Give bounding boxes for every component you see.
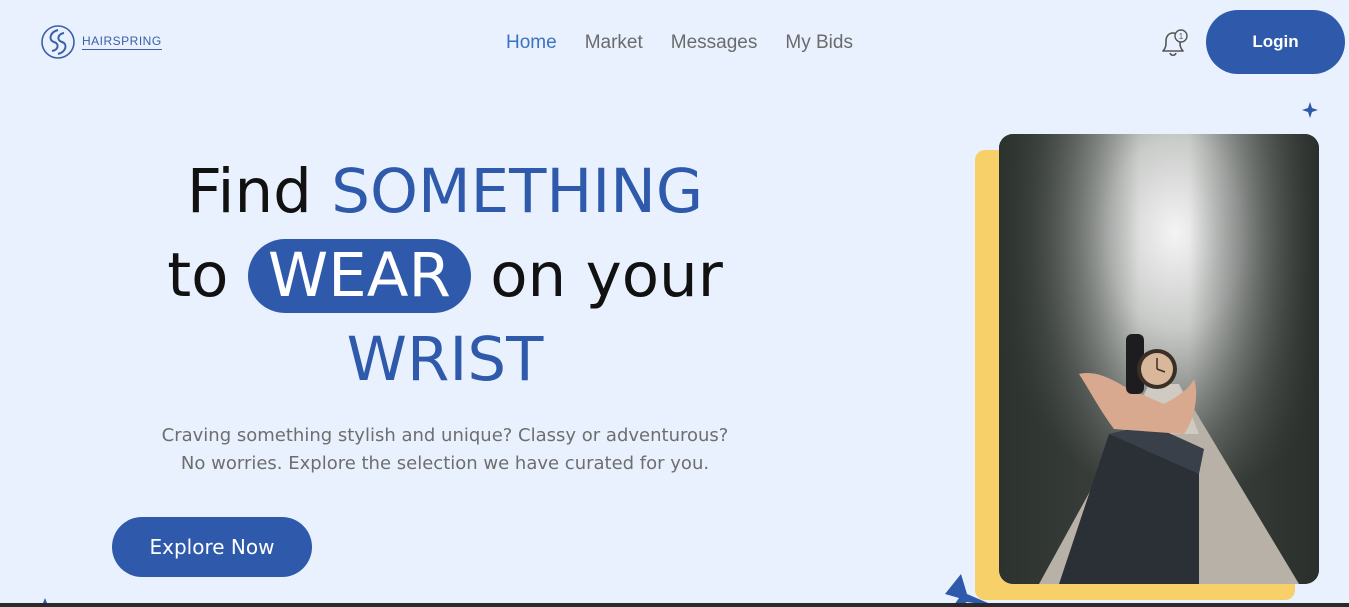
nav-messages[interactable]: Messages: [671, 32, 758, 54]
notifications-button[interactable]: 1: [1159, 28, 1191, 58]
hairspring-logo-icon: [41, 25, 75, 59]
brand-name: HAIRSPRING: [82, 34, 162, 50]
nav-home[interactable]: Home: [506, 32, 557, 54]
hero-watch-photo: [999, 134, 1319, 584]
page-bottom-edge: [0, 603, 1349, 607]
nav-market[interactable]: Market: [585, 32, 643, 54]
hero-title: Find SOMETHING to WEAR on your WRIST: [150, 150, 740, 402]
hero-line3-accent: WRIST: [346, 324, 544, 395]
hero-wear-pill: WEAR: [247, 239, 471, 313]
hero-line2-plain-b: on your: [470, 240, 723, 311]
notification-count: 1: [1179, 32, 1184, 41]
hero-line1-plain: Find: [186, 156, 332, 227]
hero-line1-accent: SOMETHING: [331, 156, 704, 227]
login-button[interactable]: Login: [1206, 10, 1345, 74]
nav-my-bids[interactable]: My Bids: [785, 32, 853, 54]
bell-icon: 1: [1162, 29, 1188, 57]
sparkle-icon: [1302, 102, 1318, 118]
main-nav: Home Market Messages My Bids: [506, 32, 853, 54]
hero-subtitle: Craving something stylish and unique? Cl…: [161, 425, 729, 474]
landing-page: HAIRSPRING Home Market Messages My Bids …: [0, 0, 1349, 607]
explore-now-button[interactable]: Explore Now: [112, 517, 312, 577]
hero-line2-plain-a: to: [167, 240, 248, 311]
brand-logo[interactable]: HAIRSPRING: [40, 24, 162, 60]
